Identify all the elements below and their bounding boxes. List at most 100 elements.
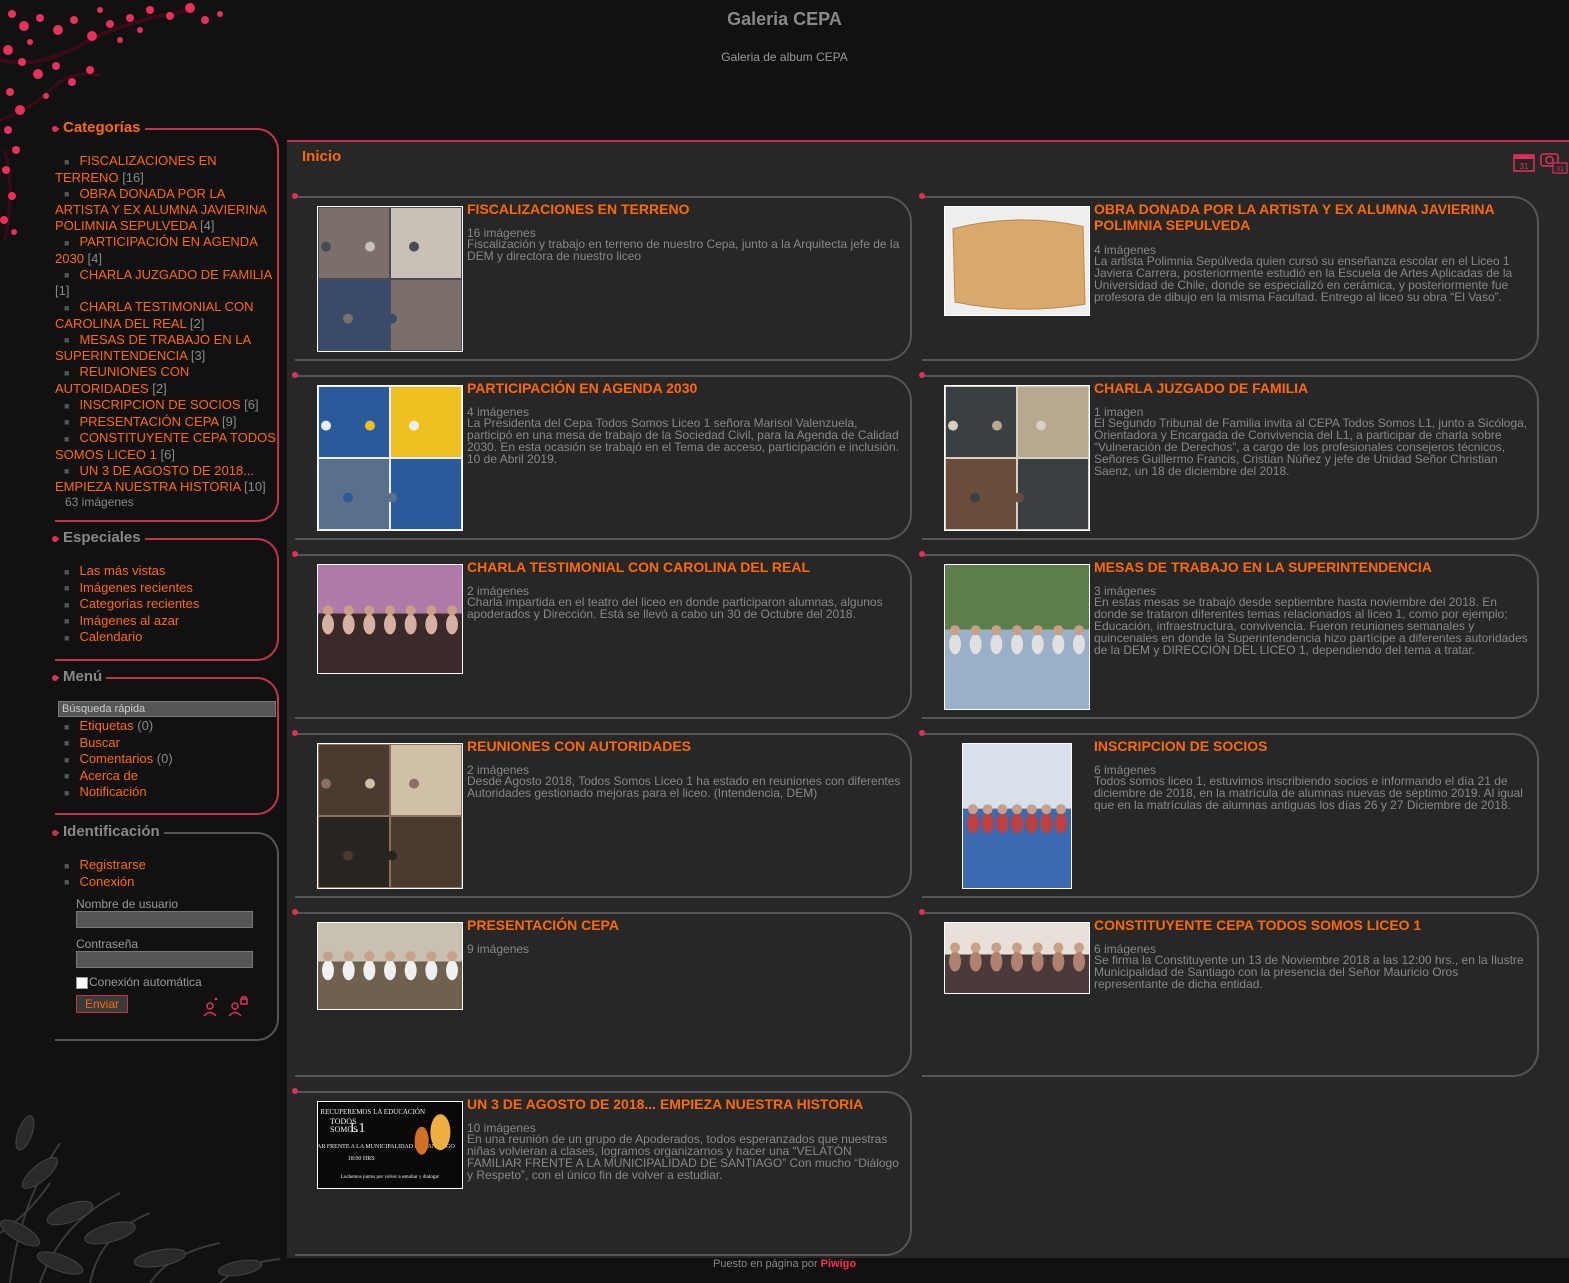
submit-button[interactable]: Enviar: [76, 995, 129, 1014]
identification-item[interactable]: ■ Registrarse: [55, 857, 277, 874]
quick-search-input[interactable]: Búsqueda rápida: [58, 701, 276, 717]
item-count: [2]: [152, 380, 167, 396]
piwigo-link[interactable]: Piwigo: [821, 1258, 856, 1270]
album-thumbnail[interactable]: RECUPEREMOS LA EDUCACIÓNTODOSSOMOSL1VELA…: [317, 1101, 463, 1189]
remember-checkbox[interactable]: [76, 976, 88, 989]
album-thumbnail[interactable]: [944, 385, 1090, 531]
category-item[interactable]: ■ CHARLA TESTIMONIAL CON CAROLINA DEL REA…: [55, 299, 277, 332]
album-card[interactable]: OBRA DONADA POR LA ARTISTA Y EX ALUMNA J…: [919, 193, 1539, 361]
album-card[interactable]: FISCALIZACIONES EN TERRENO 16 imágenes Fis…: [292, 193, 912, 361]
album-card[interactable]: MESAS DE TRABAJO EN LA SUPERINTENDENCIA 3…: [919, 551, 1539, 719]
category-item-label[interactable]: PRESENTACIÓN CEPA: [79, 414, 218, 429]
album-title[interactable]: INSCRIPCION DE SOCIOS: [1094, 738, 1529, 754]
album-title[interactable]: PARTICIPACIÓN EN AGENDA 2030: [467, 380, 902, 396]
album-card[interactable]: PRESENTACIÓN CEPA 9 imágenes: [292, 909, 912, 1077]
album-card[interactable]: CHARLA TESTIMONIAL CON CAROLINA DEL REAL…: [292, 551, 912, 719]
album-thumbnail-image: [318, 386, 462, 530]
menu-item[interactable]: ■ Buscar: [55, 735, 277, 752]
album-title[interactable]: MESAS DE TRABAJO EN LA SUPERINTENDENCIA: [1094, 559, 1529, 575]
category-item[interactable]: ■ OBRA DONADA POR LA ARTISTA Y EX ALUMNA …: [55, 186, 277, 235]
album-card[interactable]: CONSTITUYENTE CEPA TODOS SOMOS LICEO 16 …: [919, 909, 1539, 1077]
identification-item-label[interactable]: Conexión: [79, 874, 134, 889]
album-card[interactable]: PARTICIPACIÓN EN AGENDA 2030 4 imágenes La…: [292, 372, 912, 540]
album-thumbnail[interactable]: [962, 743, 1072, 889]
category-item-label[interactable]: PARTICIPACIÓN EN AGENDA 2030: [55, 234, 257, 266]
special-item[interactable]: ■ Categorías recientes: [55, 596, 277, 613]
menu-item[interactable]: ■ Etiquetas (0): [55, 718, 277, 735]
lost-password-icon[interactable]: [228, 996, 248, 1017]
special-item[interactable]: ■ Calendario: [55, 629, 277, 646]
calendar-created-icon[interactable]: 31: [1513, 152, 1535, 172]
album-thumbnail[interactable]: [317, 206, 463, 352]
username-field[interactable]: [76, 911, 253, 929]
item-count: [16]: [122, 169, 144, 185]
special-item-label[interactable]: Categorías recientes: [79, 596, 199, 611]
menu-item-label[interactable]: Acerca de: [79, 768, 138, 783]
category-item-label[interactable]: REUNIONES CON AUTORIDADES: [55, 364, 189, 396]
category-item-label[interactable]: MESAS DE TRABAJO EN LA SUPERINTENDENCIA: [55, 332, 250, 364]
album-thumbnail[interactable]: [944, 564, 1090, 710]
password-field[interactable]: [76, 951, 253, 969]
album-thumbnail[interactable]: [944, 206, 1090, 316]
category-item[interactable]: ■ PARTICIPACIÓN EN AGENDA 2030 [4]: [55, 234, 277, 267]
album-title[interactable]: PRESENTACIÓN CEPA: [467, 917, 902, 933]
poster-text: L1: [350, 1121, 366, 1136]
album-title[interactable]: REUNIONES CON AUTORIDADES: [467, 738, 902, 754]
category-item-label[interactable]: INSCRIPCION DE SOCIOS: [79, 397, 240, 412]
album-title[interactable]: FISCALIZACIONES EN TERRENO: [467, 201, 902, 217]
category-item-label[interactable]: UN 3 DE AGOSTO DE 2018... EMPIEZA NUESTR…: [55, 463, 254, 495]
album-title[interactable]: UN 3 DE AGOSTO DE 2018... EMPIEZA NUESTR…: [467, 1096, 902, 1112]
category-item[interactable]: ■ MESAS DE TRABAJO EN LA SUPERINTENDENCIA…: [55, 332, 277, 365]
album-card[interactable]: INSCRIPCION DE SOCIOS 6 imágenes Todos som…: [919, 730, 1539, 898]
album-thumbnail[interactable]: [317, 743, 463, 889]
menu-item[interactable]: ■ Notificación: [55, 784, 277, 801]
item-count: (0): [137, 718, 154, 733]
special-item-label[interactable]: Calendario: [79, 629, 142, 644]
album-card[interactable]: CHARLA JUZGADO DE FAMILIA 1 imagen El Segu…: [919, 372, 1539, 540]
special-item[interactable]: ■ Imágenes recientes: [55, 580, 277, 597]
category-item-label[interactable]: CHARLA TESTIMONIAL CON CAROLINA DEL REAL: [55, 299, 254, 331]
category-item[interactable]: ■ INSCRIPCION DE SOCIOS [6]: [55, 397, 277, 414]
category-item[interactable]: ■ CHARLA JUZGADO DE FAMILIA [1]: [55, 267, 277, 300]
bullet-icon: ■: [64, 400, 70, 411]
calendar-posted-icon[interactable]: 31: [1540, 150, 1568, 174]
album-title[interactable]: CHARLA TESTIMONIAL CON CAROLINA DEL REAL: [467, 559, 902, 575]
category-item-label[interactable]: CHARLA JUZGADO DE FAMILIA: [79, 267, 271, 282]
category-item[interactable]: ■ PRESENTACIÓN CEPA [9]: [55, 414, 277, 431]
special-item-label[interactable]: Las más vistas: [79, 563, 165, 578]
album-title[interactable]: OBRA DONADA POR LA ARTISTA Y EX ALUMNA J…: [1094, 201, 1529, 233]
category-item[interactable]: ■ CONSTITUYENTE CEPA TODOS SOMOS LICEO 1 …: [55, 430, 277, 463]
category-item[interactable]: ■ REUNIONES CON AUTORIDADES [2]: [55, 364, 277, 397]
album-card[interactable]: RECUPEREMOS LA EDUCACIÓNTODOSSOMOSL1VELA…: [292, 1088, 912, 1256]
menu-item-label[interactable]: Etiquetas: [79, 718, 133, 733]
category-item[interactable]: ■ FISCALIZACIONES EN TERRENO [16]: [55, 153, 277, 186]
password-label: Contraseña: [76, 937, 139, 952]
album-card[interactable]: REUNIONES CON AUTORIDADES 2 imágenes Desde…: [292, 730, 912, 898]
album-thumbnail-image: [318, 923, 462, 1009]
album-thumbnail[interactable]: [317, 385, 463, 531]
menu-item-label[interactable]: Buscar: [79, 735, 119, 750]
special-item-label[interactable]: Imágenes recientes: [79, 580, 192, 595]
category-item-label[interactable]: OBRA DONADA POR LA ARTISTA Y EX ALUMNA J…: [55, 186, 266, 234]
menu-item[interactable]: ■ Acerca de: [55, 768, 277, 785]
album-title[interactable]: CONSTITUYENTE CEPA TODOS SOMOS LICEO 1: [1094, 917, 1529, 933]
identification-item[interactable]: ■ Conexión: [55, 874, 277, 891]
identification-item-label[interactable]: Registrarse: [79, 857, 145, 872]
register-icon[interactable]: [203, 997, 218, 1017]
site-title[interactable]: Galeria CEPA: [0, 0, 1569, 30]
site-subtitle: Galeria de album CEPA: [721, 50, 848, 64]
main-content: Inicio 31 31 FISCALIZACIONES EN TERRENO 1…: [287, 140, 1569, 1258]
menu-item[interactable]: ■ Comentarios (0): [55, 751, 277, 768]
specials-panel: Especiales ■ Las más vistas ■ Imágenes reci…: [52, 529, 279, 661]
album-thumbnail[interactable]: [317, 564, 463, 674]
breadcrumb-home[interactable]: Inicio: [302, 148, 341, 165]
menu-item-label[interactable]: Comentarios: [79, 751, 153, 766]
category-item[interactable]: ■ UN 3 DE AGOSTO DE 2018... EMPIEZA NUEST…: [55, 463, 277, 496]
special-item[interactable]: ■ Imágenes al azar: [55, 613, 277, 630]
album-thumbnail[interactable]: [944, 922, 1090, 994]
album-thumbnail[interactable]: [317, 922, 463, 1010]
special-item[interactable]: ■ Las más vistas: [55, 563, 277, 580]
menu-item-label[interactable]: Notificación: [79, 784, 146, 799]
special-item-label[interactable]: Imágenes al azar: [79, 613, 179, 628]
album-title[interactable]: CHARLA JUZGADO DE FAMILIA: [1094, 380, 1529, 396]
